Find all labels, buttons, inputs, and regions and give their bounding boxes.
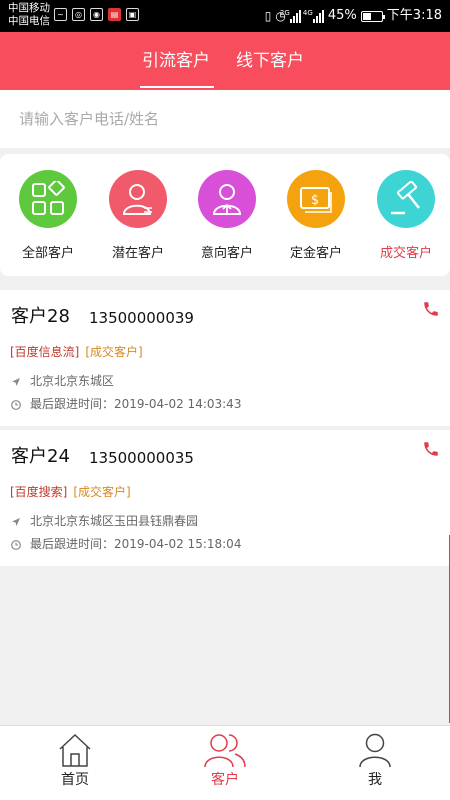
clock: 下午3:18 bbox=[386, 8, 442, 23]
clock-icon bbox=[11, 399, 21, 410]
address-row: 北京北京东城区 bbox=[11, 374, 114, 389]
status-tag: [成交客户] bbox=[73, 485, 131, 499]
clock-icon bbox=[11, 539, 21, 550]
customers-icon bbox=[204, 734, 246, 768]
source-tag: [百度信息流] bbox=[10, 345, 80, 359]
category-intent-label: 意向客户 bbox=[200, 246, 253, 261]
category-all-label: 全部客户 bbox=[21, 246, 74, 261]
address-row: 北京北京东城区玉田县钰鼎春园 bbox=[11, 514, 198, 529]
header: 引流客户 线下客户 bbox=[0, 32, 450, 90]
source-tag: [百度搜索] bbox=[10, 485, 68, 499]
signal-1-label: 2G bbox=[279, 8, 290, 17]
customer-card[interactable]: 客户28 13500000039 [百度信息流] [成交客户] 北京北京东城区 … bbox=[0, 290, 450, 426]
status-bar: 中国移动 中国电信 ~ ◎ ◉ ▤ ▣ ▯ ◷ 2G 4G 45% 下午3:18 bbox=[0, 0, 450, 32]
status-right: ▯ ◷ 2G 4G 45% 下午3:18 bbox=[265, 8, 442, 24]
search-input[interactable] bbox=[0, 90, 450, 148]
news-icon: ▤ bbox=[108, 8, 121, 21]
cat-icon: ▣ bbox=[126, 8, 139, 21]
customer-name: 客户24 bbox=[11, 446, 70, 467]
carrier-info: 中国移动 中国电信 bbox=[8, 2, 50, 28]
home-icon bbox=[59, 733, 91, 767]
location-arrow-icon bbox=[12, 517, 20, 526]
customer-address: 北京北京东城区 bbox=[30, 374, 115, 388]
vibrate-icon: ▯ bbox=[264, 9, 272, 23]
signal-icon: 2G bbox=[280, 9, 301, 23]
category-closed-circle bbox=[377, 170, 435, 228]
nav-profile[interactable]: 我 bbox=[300, 726, 450, 800]
category-closed[interactable]: 成交客户 bbox=[364, 170, 448, 262]
customer-address: 北京北京东城区玉田县钰鼎春园 bbox=[30, 514, 199, 528]
category-potential-circle bbox=[109, 170, 167, 228]
customer-tags: [百度搜索] [成交客户] bbox=[10, 485, 131, 500]
customer-name: 客户28 bbox=[11, 306, 70, 327]
nav-home[interactable]: 首页 bbox=[0, 726, 150, 800]
bottom-nav: 首页 客户 我 bbox=[0, 725, 450, 800]
customer-tags: [百度信息流] [成交客户] bbox=[10, 345, 143, 360]
svg-text:$: $ bbox=[311, 193, 319, 208]
nav-customers-label: 客户 bbox=[211, 772, 239, 788]
carrier-2: 中国电信 bbox=[8, 15, 50, 27]
customer-phone: 13500000039 bbox=[89, 309, 194, 327]
category-deposit-label: 定金客户 bbox=[289, 246, 342, 261]
signal-2-label: 4G bbox=[302, 8, 313, 17]
grid-icon bbox=[32, 181, 65, 215]
phone-icon[interactable] bbox=[422, 440, 440, 458]
carrier-1: 中国移动 bbox=[8, 2, 50, 14]
category-closed-label: 成交客户 bbox=[379, 246, 432, 261]
person-icon bbox=[122, 184, 152, 215]
status-tag: [成交客户] bbox=[85, 345, 143, 359]
nav-home-label: 首页 bbox=[61, 772, 89, 788]
battery-fill bbox=[362, 12, 371, 20]
category-intent[interactable]: 意向客户 bbox=[185, 170, 269, 262]
tab-referral-customers[interactable]: 引流客户 bbox=[142, 50, 210, 72]
phone-icon[interactable] bbox=[422, 300, 440, 318]
location-arrow-icon bbox=[12, 377, 20, 386]
money-icon: $ bbox=[300, 187, 332, 213]
last-follow-time: 最后跟进时间：2019-04-02 14:03:43 bbox=[30, 397, 242, 411]
browser-icon: ◎ bbox=[72, 8, 85, 21]
nav-customers[interactable]: 客户 bbox=[150, 726, 300, 800]
active-tab-indicator bbox=[140, 86, 214, 88]
customer-phone: 13500000035 bbox=[89, 449, 194, 467]
tab-offline-customers[interactable]: 线下客户 bbox=[236, 50, 304, 72]
category-potential-label: 潜在客户 bbox=[111, 246, 164, 261]
last-follow-time: 最后跟进时间：2019-04-02 15:18:04 bbox=[30, 537, 242, 551]
person-arrow-icon bbox=[212, 184, 242, 215]
follow-time-row: 最后跟进时间：2019-04-02 15:18:04 bbox=[11, 537, 241, 552]
category-all-circle bbox=[19, 170, 77, 228]
nav-profile-label: 我 bbox=[368, 772, 382, 788]
wechat-icon: ◉ bbox=[90, 8, 103, 21]
category-all[interactable]: 全部客户 bbox=[6, 170, 90, 262]
category-potential[interactable]: 潜在客户 bbox=[96, 170, 180, 262]
follow-time-row: 最后跟进时间：2019-04-02 14:03:43 bbox=[11, 397, 241, 412]
customer-card[interactable]: 客户24 13500000035 [百度搜索] [成交客户] 北京北京东城区玉田… bbox=[0, 430, 450, 566]
profile-icon bbox=[359, 733, 391, 768]
category-intent-circle bbox=[198, 170, 256, 228]
gavel-icon bbox=[391, 181, 420, 215]
category-deposit-circle: $ bbox=[287, 170, 345, 228]
activity-icon: ~ bbox=[54, 8, 67, 21]
signal-icon: 4G bbox=[303, 9, 324, 23]
category-deposit[interactable]: $ 定金客户 bbox=[274, 170, 358, 262]
notification-icons: ~ ◎ ◉ ▤ ▣ bbox=[54, 8, 139, 21]
battery-icon bbox=[360, 10, 385, 22]
search-bar bbox=[0, 90, 450, 148]
category-filter: 全部客户 潜在客户 意向客户 $ 定金客户 成交客户 bbox=[0, 154, 450, 276]
battery-percent: 45% bbox=[327, 8, 357, 23]
